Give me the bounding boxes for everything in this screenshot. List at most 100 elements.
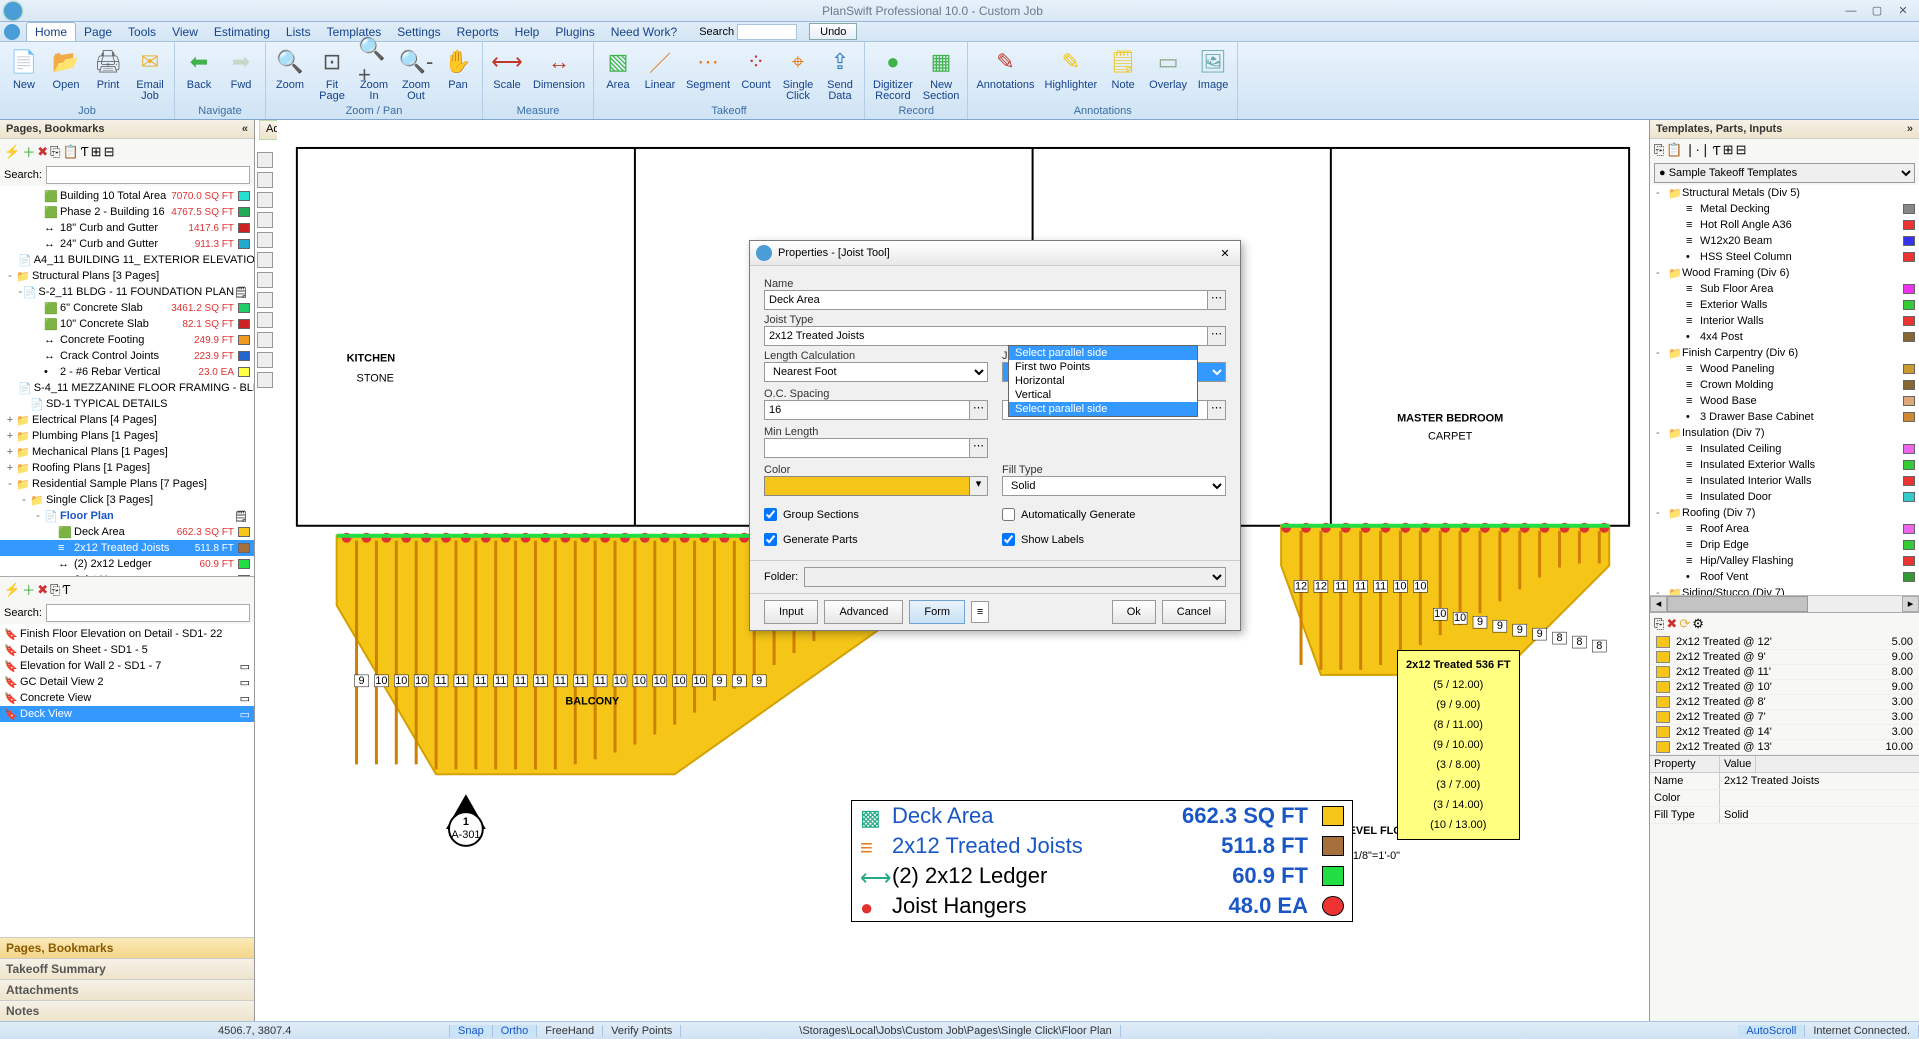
ribbon-new[interactable]: 📄New	[4, 44, 44, 105]
freehand-toggle[interactable]: FreeHand	[537, 1025, 603, 1037]
template-row[interactable]: ≡Hot Roll Angle A36	[1650, 217, 1919, 233]
tree-row[interactable]: ↔Crack Control Joints223.9 FT	[0, 348, 254, 364]
scroll-left-icon[interactable]: ◂	[1650, 596, 1667, 612]
paste-icon[interactable]: 📋	[1666, 142, 1682, 158]
tree-row[interactable]: 📄SD-1 TYPICAL DETAILS	[0, 396, 254, 412]
form-tab-button[interactable]: Form	[909, 600, 965, 624]
template-row[interactable]: -📁Structural Metals (Div 5)	[1650, 185, 1919, 201]
template-row[interactable]: ≡Wood Base	[1650, 393, 1919, 409]
part-row[interactable]: 2x12 Treated @ 9'9.00	[1650, 650, 1919, 665]
ribbon-count[interactable]: ⁘Count	[736, 44, 776, 105]
note-icon[interactable]: 🗒	[234, 510, 248, 523]
oc-spacing-input[interactable]	[764, 400, 970, 420]
bookmark-row[interactable]: 🔖Finish Floor Elevation on Detail - SD1-…	[0, 626, 254, 642]
ellipsis-icon[interactable]: ⋯	[1208, 400, 1226, 420]
tree-row[interactable]: ↔24" Curb and Gutter911.3 FT	[0, 236, 254, 252]
template-row[interactable]: -📁Wood Framing (Div 6)	[1650, 265, 1919, 281]
joist-type-input[interactable]	[764, 326, 1208, 346]
bookmark-row[interactable]: 🔖Deck View▭	[0, 706, 254, 722]
ellipsis-icon[interactable]: ⋯	[1208, 290, 1226, 310]
ellipsis-icon[interactable]: ⋯	[970, 400, 988, 420]
direction-option[interactable]: First two Points	[1009, 360, 1197, 374]
tree-row[interactable]: 📄A4_11 BUILDING 11_ EXTERIOR ELEVATIONS	[0, 252, 254, 268]
subpanel-attachments[interactable]: Attachments	[0, 979, 254, 1000]
drawing-area[interactable]: Add Double Joist KITCHEN STONE S	[255, 120, 1649, 1021]
ribbon-send-data[interactable]: ⇪Send Data	[820, 44, 860, 105]
snap-toggle[interactable]: Snap	[450, 1025, 493, 1037]
add-icon[interactable]: ＋	[22, 580, 35, 599]
template-row[interactable]: ≡Interior Walls	[1650, 313, 1919, 329]
autoscroll-toggle[interactable]: AutoScroll	[1738, 1025, 1805, 1037]
ribbon-area[interactable]: ▧Area	[598, 44, 638, 105]
template-row[interactable]: ≡Wood Paneling	[1650, 361, 1919, 377]
tree-row[interactable]: -📄Floor Plan🗒	[0, 508, 254, 524]
tree-row[interactable]: 📄S-4_11 MEZZANINE FLOOR FRAMING - BLDG 1…	[0, 380, 254, 396]
copy-icon[interactable]: ⎘	[50, 144, 60, 160]
ribbon-pan[interactable]: ✋Pan	[438, 44, 478, 105]
subpanel-pages-bookmarks[interactable]: Pages, Bookmarks	[0, 937, 254, 958]
collapse-icon[interactable]: «	[242, 123, 248, 135]
part-row[interactable]: 2x12 Treated @ 7'3.00	[1650, 710, 1919, 725]
template-root-select[interactable]: ● Sample Takeoff Templates	[1654, 163, 1915, 183]
ribbon-fwd[interactable]: ➡Fwd	[221, 44, 261, 105]
ribbon-new-section[interactable]: ▦New Section	[919, 44, 964, 105]
template-row[interactable]: •HSS Steel Column	[1650, 249, 1919, 265]
props-icon[interactable]: Ƭ	[63, 582, 71, 597]
part-row[interactable]: 2x12 Treated @ 10'9.00	[1650, 680, 1919, 695]
part-row[interactable]: 2x12 Treated @ 14'3.00	[1650, 725, 1919, 740]
ribbon-digitizer-record[interactable]: ●Digitizer Record	[869, 44, 917, 105]
tree-twisty-icon[interactable]: -	[1656, 347, 1668, 359]
subpanel-notes[interactable]: Notes	[0, 1000, 254, 1021]
tree-row[interactable]: +📁Mechanical Plans [1 Pages]	[0, 444, 254, 460]
template-row[interactable]: ≡Insulated Door	[1650, 489, 1919, 505]
template-row[interactable]: -📁Roofing (Div 7)	[1650, 505, 1919, 521]
ribbon-note[interactable]: 🗒Note	[1103, 44, 1143, 105]
tree-twisty-icon[interactable]: -	[4, 478, 16, 490]
minimize-button[interactable]: —	[1839, 2, 1863, 20]
tree-twisty-icon[interactable]: +	[4, 414, 16, 426]
layout-icon[interactable]: ≡	[971, 601, 989, 623]
expand-icon[interactable]: ⊞	[91, 144, 102, 160]
templates-tree[interactable]: -📁Structural Metals (Div 5)≡Metal Deckin…	[1650, 185, 1919, 595]
tree-row[interactable]: ↔Concrete Footing249.9 FT	[0, 332, 254, 348]
dialog-close-icon[interactable]: ✕	[1216, 247, 1234, 260]
ribbon-overlay[interactable]: ▭Overlay	[1145, 44, 1191, 105]
tree-twisty-icon[interactable]: -	[4, 270, 16, 282]
template-row[interactable]: ≡Insulated Exterior Walls	[1650, 457, 1919, 473]
delete-icon[interactable]: ✖	[1666, 616, 1677, 632]
auto-generate-check[interactable]	[1002, 508, 1015, 521]
copy-icon[interactable]: ⎘	[50, 582, 60, 598]
tree-row[interactable]: 🟩6" Concrete Slab3461.2 SQ FT	[0, 300, 254, 316]
bookmark-row[interactable]: 🔖GC Detail View 2▭	[0, 674, 254, 690]
tree-twisty-icon[interactable]: -	[1656, 267, 1668, 279]
ribbon-highlighter[interactable]: ✎Highlighter	[1041, 44, 1102, 105]
tree-twisty-icon[interactable]: -	[1656, 587, 1668, 595]
template-row[interactable]: ≡W12x20 Beam	[1650, 233, 1919, 249]
menu-tab-lists[interactable]: Lists	[278, 23, 319, 41]
part-row[interactable]: 2x12 Treated @ 8'3.00	[1650, 695, 1919, 710]
collapse-all-icon[interactable]: ⊟	[1736, 142, 1747, 158]
menu-tab-estimating[interactable]: Estimating	[206, 23, 278, 41]
ribbon-annotations[interactable]: ✎Annotations	[972, 44, 1038, 105]
direction-dropdown-list[interactable]: Select parallel sideFirst two PointsHori…	[1008, 345, 1198, 417]
tool-btn[interactable]	[257, 352, 273, 368]
tool-btn[interactable]	[257, 292, 273, 308]
advanced-tab-button[interactable]: Advanced	[824, 600, 903, 624]
delete-icon[interactable]: ✖	[37, 582, 48, 598]
tree-twisty-icon[interactable]: -	[1656, 187, 1668, 199]
input-tab-button[interactable]: Input	[764, 600, 818, 624]
tree-row[interactable]: -📁Single Click [3 Pages]	[0, 492, 254, 508]
property-row[interactable]: Fill TypeSolid	[1650, 807, 1919, 824]
tree-row[interactable]: •2 - #6 Rebar Vertical23.0 EA	[0, 364, 254, 380]
template-row[interactable]: ≡Insulated Interior Walls	[1650, 473, 1919, 489]
tree-row[interactable]: +📁Roofing Plans [1 Pages]	[0, 460, 254, 476]
note-icon[interactable]: 🗒	[234, 286, 248, 299]
property-row[interactable]: Name2x12 Treated Joists	[1650, 773, 1919, 790]
cancel-button[interactable]: Cancel	[1162, 600, 1226, 624]
bookmarks-tree[interactable]: 🔖Finish Floor Elevation on Detail - SD1-…	[0, 624, 254, 937]
menu-tab-help[interactable]: Help	[507, 23, 548, 41]
tree-row[interactable]: +📁Plumbing Plans [1 Pages]	[0, 428, 254, 444]
tree-row[interactable]: 🟩Deck Area662.3 SQ FT	[0, 524, 254, 540]
length-calc-select[interactable]: Nearest Foot	[764, 362, 988, 382]
min-length-input[interactable]	[764, 438, 970, 458]
